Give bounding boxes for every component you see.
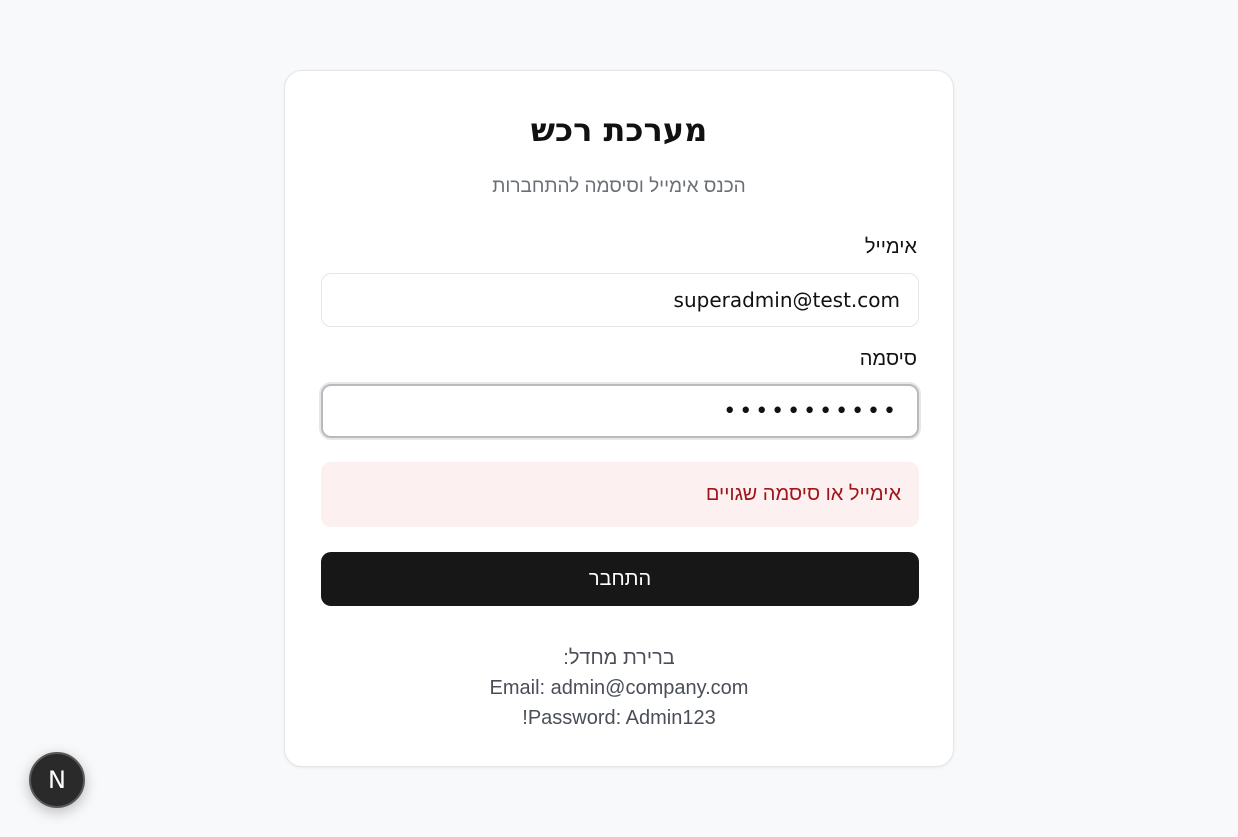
error-message: אימייל או סיסמה שגויים <box>321 462 919 527</box>
login-subtitle: הכנס אימייל וסיסמה להתחברות <box>492 176 746 197</box>
password-label: סיסמה <box>859 348 917 370</box>
nextjs-dev-badge[interactable]: N <box>29 752 85 808</box>
default-credentials-hint: ברירת מחדל: Email: admin@company.com Pas… <box>285 643 953 733</box>
login-button[interactable]: התחבר <box>321 552 919 606</box>
hint-heading: ברירת מחדל: <box>563 647 675 669</box>
hint-email: Email: admin@company.com <box>489 677 749 699</box>
hint-password: Password: Admin123! <box>522 707 716 729</box>
password-field[interactable]: ••••••••••• <box>321 384 919 438</box>
page-title: מערכת רכש <box>530 111 708 149</box>
login-card: מערכת רכש הכנס אימייל וסיסמה להתחברות אי… <box>284 70 954 767</box>
nextjs-logo-icon: N <box>48 766 66 794</box>
email-field[interactable] <box>321 273 919 327</box>
email-label: אימייל <box>864 236 917 258</box>
